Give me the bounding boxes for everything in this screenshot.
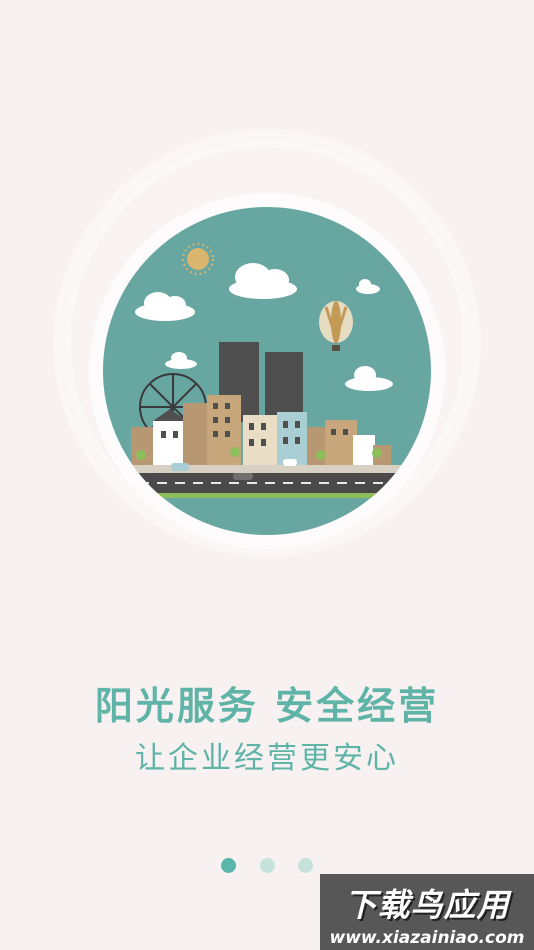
- city-skyline-illustration: [103, 207, 431, 535]
- watermark-title: 下载鸟应用: [344, 886, 510, 924]
- subheadline: 让企业经营更安心: [135, 741, 399, 776]
- page-dot-3[interactable]: [297, 858, 313, 873]
- page-dot-1[interactable]: [221, 858, 237, 873]
- watermark-logo: 下载鸟应用 www.xiazainiao.com: [320, 874, 534, 950]
- watermark-url: www.xiazainiao.com: [329, 928, 525, 948]
- headline: 阳光服务 安全经营: [94, 684, 440, 728]
- page-dot-2[interactable]: [259, 858, 275, 873]
